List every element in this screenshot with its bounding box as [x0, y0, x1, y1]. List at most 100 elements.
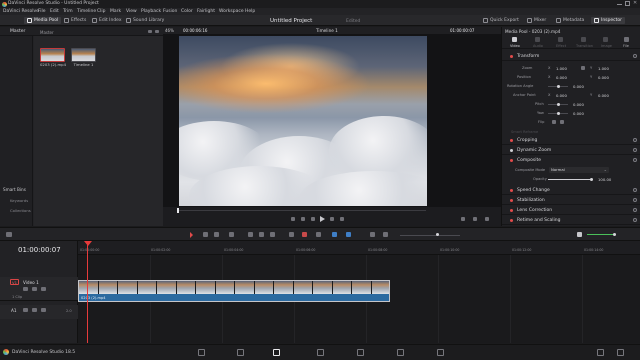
- enabled-indicator-icon[interactable]: [510, 188, 513, 192]
- fullscreen-icon[interactable]: [485, 217, 489, 221]
- enabled-indicator-icon[interactable]: [510, 198, 513, 202]
- position-x-field[interactable]: 0.000: [556, 75, 567, 80]
- inspector-button[interactable]: Inspector: [591, 17, 625, 24]
- replace-clip-icon[interactable]: [270, 232, 275, 237]
- reverse-play-icon[interactable]: [301, 217, 305, 221]
- trim-tool-icon[interactable]: [203, 232, 208, 237]
- project-manager-icon[interactable]: [597, 349, 604, 356]
- audio-tab-icon[interactable]: [535, 37, 540, 42]
- menu-clip[interactable]: Clip: [97, 9, 106, 14]
- smart-bin-collections[interactable]: Collections: [10, 208, 31, 213]
- rotation-slider-knob[interactable]: [557, 84, 560, 88]
- overwrite-clip-icon[interactable]: [259, 232, 264, 237]
- track-visibility-icon[interactable]: [41, 287, 46, 291]
- volume-slider[interactable]: [587, 234, 616, 235]
- file-tab-icon[interactable]: [624, 37, 629, 42]
- stabilization-section[interactable]: Stabilization: [502, 195, 640, 205]
- composite-section[interactable]: Composite: [502, 155, 640, 165]
- smart-bin-keywords[interactable]: Keywords: [10, 198, 28, 203]
- menu-color[interactable]: Color: [181, 9, 193, 14]
- pitch-field[interactable]: 0.000: [573, 102, 584, 107]
- reset-icon[interactable]: [633, 207, 637, 212]
- timeline-zoom-slider[interactable]: [400, 234, 460, 236]
- edit-index-button[interactable]: Edit Index: [92, 17, 122, 24]
- mixer-button[interactable]: Mixer: [527, 17, 546, 24]
- reset-icon[interactable]: [633, 53, 637, 58]
- zoom-in-icon[interactable]: [383, 232, 388, 237]
- snapping-icon[interactable]: [289, 232, 294, 237]
- auto-select-icon[interactable]: [32, 287, 37, 291]
- fairlight-page-icon[interactable]: [397, 349, 404, 356]
- timeline-clip[interactable]: 0203 (2).mp4: [78, 280, 390, 302]
- v1-track-tag[interactable]: V1: [10, 279, 19, 285]
- speed-change-section[interactable]: Speed Change: [502, 185, 640, 195]
- insert-clip-icon[interactable]: [248, 232, 253, 237]
- transform-section[interactable]: Transform: [502, 51, 640, 61]
- position-lock-icon[interactable]: [316, 232, 321, 237]
- menu-fusion[interactable]: Fusion: [163, 9, 177, 14]
- enabled-indicator-icon[interactable]: [510, 138, 513, 142]
- enabled-indicator-icon[interactable]: [510, 218, 513, 222]
- playhead-handle[interactable]: [84, 241, 92, 246]
- enabled-indicator-icon[interactable]: [510, 148, 513, 152]
- sound-library-button[interactable]: Sound Library: [126, 17, 164, 24]
- tab-effect[interactable]: Effect: [556, 44, 566, 48]
- lock-icon[interactable]: [23, 287, 28, 291]
- tab-transition[interactable]: Transition: [576, 44, 593, 48]
- reset-icon[interactable]: [633, 197, 637, 202]
- blade-tool-icon[interactable]: [229, 232, 234, 237]
- tab-video[interactable]: Video: [510, 44, 520, 48]
- list-view-icon[interactable]: [148, 30, 152, 33]
- video-tab-icon[interactable]: [512, 37, 517, 42]
- menu-workspace[interactable]: Workspace: [219, 9, 244, 14]
- fusion-page-icon[interactable]: [317, 349, 324, 356]
- master-tab[interactable]: Master: [10, 29, 25, 34]
- marker-icon[interactable]: [346, 232, 351, 237]
- yaw-slider-knob[interactable]: [557, 111, 560, 115]
- settings-icon[interactable]: [617, 349, 624, 356]
- reset-icon[interactable]: [633, 157, 637, 162]
- stop-icon[interactable]: [311, 217, 315, 221]
- flag-icon[interactable]: [332, 232, 337, 237]
- mute-icon[interactable]: [41, 308, 46, 312]
- selection-tool-icon[interactable]: [190, 231, 193, 238]
- menu-trim[interactable]: Trim: [63, 9, 73, 14]
- opacity-slider[interactable]: [548, 179, 590, 180]
- a1-track-tag[interactable]: A1: [11, 308, 17, 313]
- link-icon[interactable]: [581, 65, 585, 70]
- zoom-y-field[interactable]: 1.000: [598, 66, 609, 71]
- timeline-item[interactable]: Timeline 1: [71, 48, 96, 67]
- timeline-view-options-icon[interactable]: [6, 232, 12, 237]
- yaw-field[interactable]: 0.000: [573, 111, 584, 116]
- tab-audio[interactable]: Audio: [533, 44, 543, 48]
- rotation-field[interactable]: 0.000: [573, 84, 584, 89]
- edit-page-icon[interactable]: [273, 349, 280, 356]
- clip-item[interactable]: 0203 (2).mp4: [40, 48, 66, 67]
- replace-icon[interactable]: [473, 217, 477, 221]
- skip-to-end-icon[interactable]: [330, 217, 334, 221]
- scrubber-track[interactable]: [178, 210, 426, 211]
- composite-mode-dropdown[interactable]: Normal ⌄: [549, 166, 609, 173]
- close-icon[interactable]: ✕: [633, 0, 637, 6]
- reset-icon[interactable]: [633, 187, 637, 192]
- anchor-x-field[interactable]: 0.000: [556, 93, 567, 98]
- scrubber-handle[interactable]: [177, 208, 179, 213]
- lens-correction-section[interactable]: Lens Correction: [502, 205, 640, 215]
- menu-fairlight[interactable]: Fairlight: [197, 9, 215, 14]
- reset-icon[interactable]: [633, 147, 637, 152]
- match-frame-icon[interactable]: [461, 217, 465, 221]
- quick-export-button[interactable]: Quick Export: [483, 17, 519, 24]
- image-tab-icon[interactable]: [603, 37, 608, 42]
- tab-file[interactable]: File: [623, 44, 629, 48]
- speaker-icon[interactable]: [577, 232, 582, 237]
- dynamic-zoom-section[interactable]: Dynamic Zoom: [502, 145, 640, 155]
- enabled-indicator-icon[interactable]: [510, 54, 513, 58]
- opacity-slider-knob[interactable]: [590, 177, 593, 181]
- master-bin-breadcrumb[interactable]: Master: [40, 30, 54, 35]
- menu-playback[interactable]: Playback: [141, 9, 161, 14]
- timeline-zoom-knob[interactable]: [436, 233, 439, 236]
- playhead[interactable]: [87, 244, 88, 343]
- effects-button[interactable]: Effects: [64, 17, 86, 24]
- maximize-icon[interactable]: [625, 1, 630, 6]
- media-page-icon[interactable]: [198, 349, 205, 356]
